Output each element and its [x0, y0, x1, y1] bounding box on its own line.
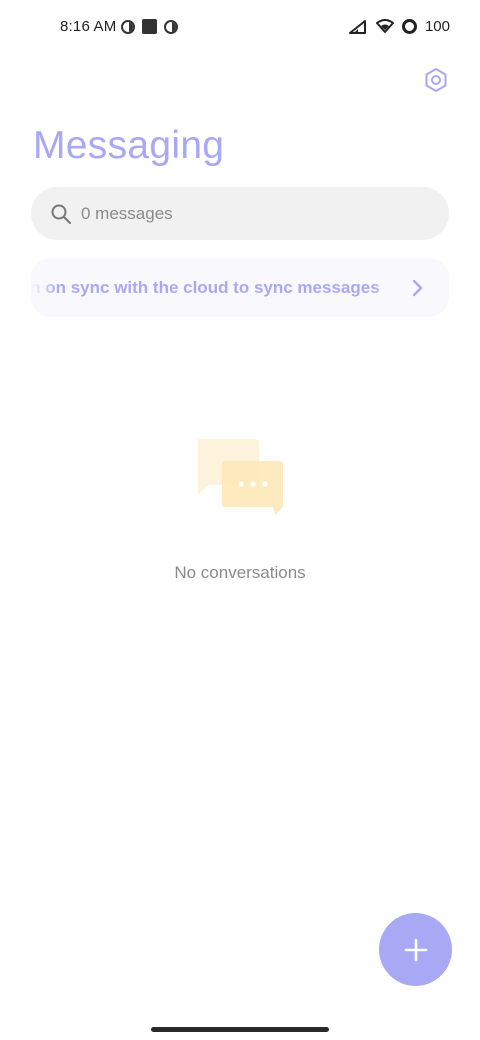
battery-level: 100	[424, 18, 450, 35]
settings-button[interactable]	[422, 66, 450, 94]
notification-icon	[121, 19, 135, 34]
home-indicator[interactable]	[151, 1027, 329, 1032]
status-bar: 8:16 AM 100	[0, 0, 480, 56]
sync-banner-text: Turn on sync with the cloud to sync mess…	[31, 278, 380, 297]
cellular-signal-icon	[348, 19, 366, 34]
search-icon	[51, 204, 71, 224]
search-bar[interactable]	[31, 187, 449, 240]
status-system-icons: 100	[348, 18, 450, 35]
page-title: Messaging	[33, 124, 225, 167]
status-time: 8:16 AM	[60, 18, 117, 35]
sync-banner[interactable]: Turn on sync with the cloud to sync mess…	[31, 258, 449, 317]
wifi-icon	[375, 19, 394, 33]
search-input[interactable]	[81, 187, 421, 240]
status-notification-icons	[121, 19, 178, 34]
chevron-right-icon	[412, 279, 423, 297]
plus-icon	[404, 938, 427, 961]
battery-icon	[401, 19, 417, 34]
new-conversation-button[interactable]	[379, 913, 452, 986]
app-notification-icon	[142, 19, 157, 34]
gear-icon	[425, 68, 447, 92]
empty-conversations-illustration	[198, 439, 283, 515]
empty-state-message: No conversations	[174, 563, 306, 582]
notification-icon	[164, 19, 178, 34]
sync-text-container: Turn on sync with the cloud to sync mess…	[31, 258, 395, 317]
